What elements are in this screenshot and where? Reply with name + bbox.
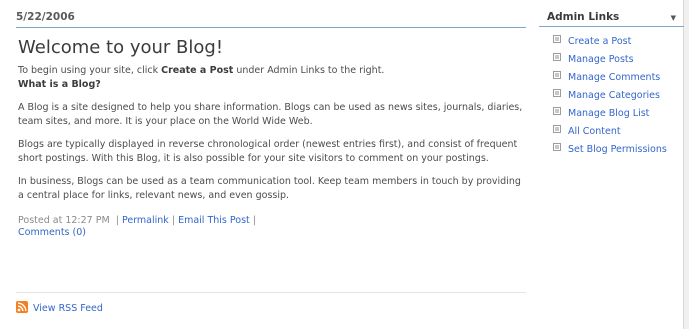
intro-text-prefix: To begin using your site, click [18, 65, 162, 76]
footer-separator: | [171, 215, 176, 226]
admin-links-title: Admin Links [547, 11, 620, 23]
admin-link-label[interactable]: Set Blog Permissions [568, 144, 667, 155]
email-post-link[interactable]: Email This Post [178, 215, 250, 226]
view-rss-feed-link[interactable]: View RSS Feed [33, 303, 103, 314]
admin-link-all-content[interactable]: All Content [553, 125, 684, 143]
post-subheading: What is a Blog? [18, 79, 101, 90]
bullet-icon [553, 89, 561, 97]
post-paragraph-2: Blogs are typically displayed in reverse… [18, 139, 518, 164]
footer-separator: | [115, 215, 119, 226]
bullet-icon [553, 125, 561, 133]
post-paragraph-3: In business, Blogs can be used as a team… [18, 176, 521, 201]
bullet-icon [553, 35, 561, 43]
admin-link-manage-posts[interactable]: Manage Posts [553, 53, 684, 71]
rss-feed-area: View RSS Feed [16, 292, 526, 314]
admin-link-label[interactable]: Manage Categories [568, 90, 660, 101]
bullet-icon [553, 71, 561, 79]
post-date-header: 5/22/2006 [16, 6, 526, 28]
footer-separator: | [252, 215, 256, 226]
bullet-icon [553, 143, 561, 151]
post-intro: To begin using your site, click Create a… [18, 64, 526, 92]
posted-at-text: Posted at 12:27 PM [18, 215, 110, 226]
bullet-icon [553, 107, 561, 115]
admin-link-label[interactable]: Manage Posts [568, 54, 634, 65]
rss-feed-icon[interactable] [16, 301, 28, 313]
intro-bold-text: Create a Post [161, 65, 234, 76]
admin-links-list: Create a Post Manage Posts Manage Commen… [539, 35, 684, 161]
blog-main-column: 5/22/2006 Welcome to your Blog! To begin… [8, 0, 526, 239]
bullet-icon [553, 53, 561, 61]
admin-link-label[interactable]: Create a Post [568, 36, 631, 47]
post-paragraph-1: A Blog is a site designed to help you sh… [18, 102, 523, 127]
admin-link-set-permissions[interactable]: Set Blog Permissions [553, 143, 684, 161]
admin-link-label[interactable]: Manage Comments [568, 72, 660, 83]
permalink-link[interactable]: Permalink [122, 215, 169, 226]
admin-link-manage-blog-list[interactable]: Manage Blog List [553, 107, 684, 125]
intro-text-suffix: under Admin Links to the right. [233, 65, 385, 76]
blog-post: Welcome to your Blog! To begin using you… [8, 37, 526, 239]
comments-link[interactable]: Comments (0) [18, 227, 86, 238]
admin-link-label[interactable]: All Content [568, 126, 621, 137]
admin-link-manage-categories[interactable]: Manage Categories [553, 89, 684, 107]
admin-link-manage-comments[interactable]: Manage Comments [553, 71, 684, 89]
admin-links-panel: Admin Links ▼ Create a Post Manage Posts… [539, 8, 684, 161]
admin-link-label[interactable]: Manage Blog List [568, 108, 649, 119]
post-title: Welcome to your Blog! [18, 37, 224, 58]
post-footer: Posted at 12:27 PM | Permalink | Email T… [18, 215, 526, 239]
admin-link-create-post[interactable]: Create a Post [553, 35, 684, 53]
dropdown-arrow-icon[interactable]: ▼ [671, 14, 676, 22]
admin-links-header[interactable]: Admin Links ▼ [539, 8, 684, 27]
